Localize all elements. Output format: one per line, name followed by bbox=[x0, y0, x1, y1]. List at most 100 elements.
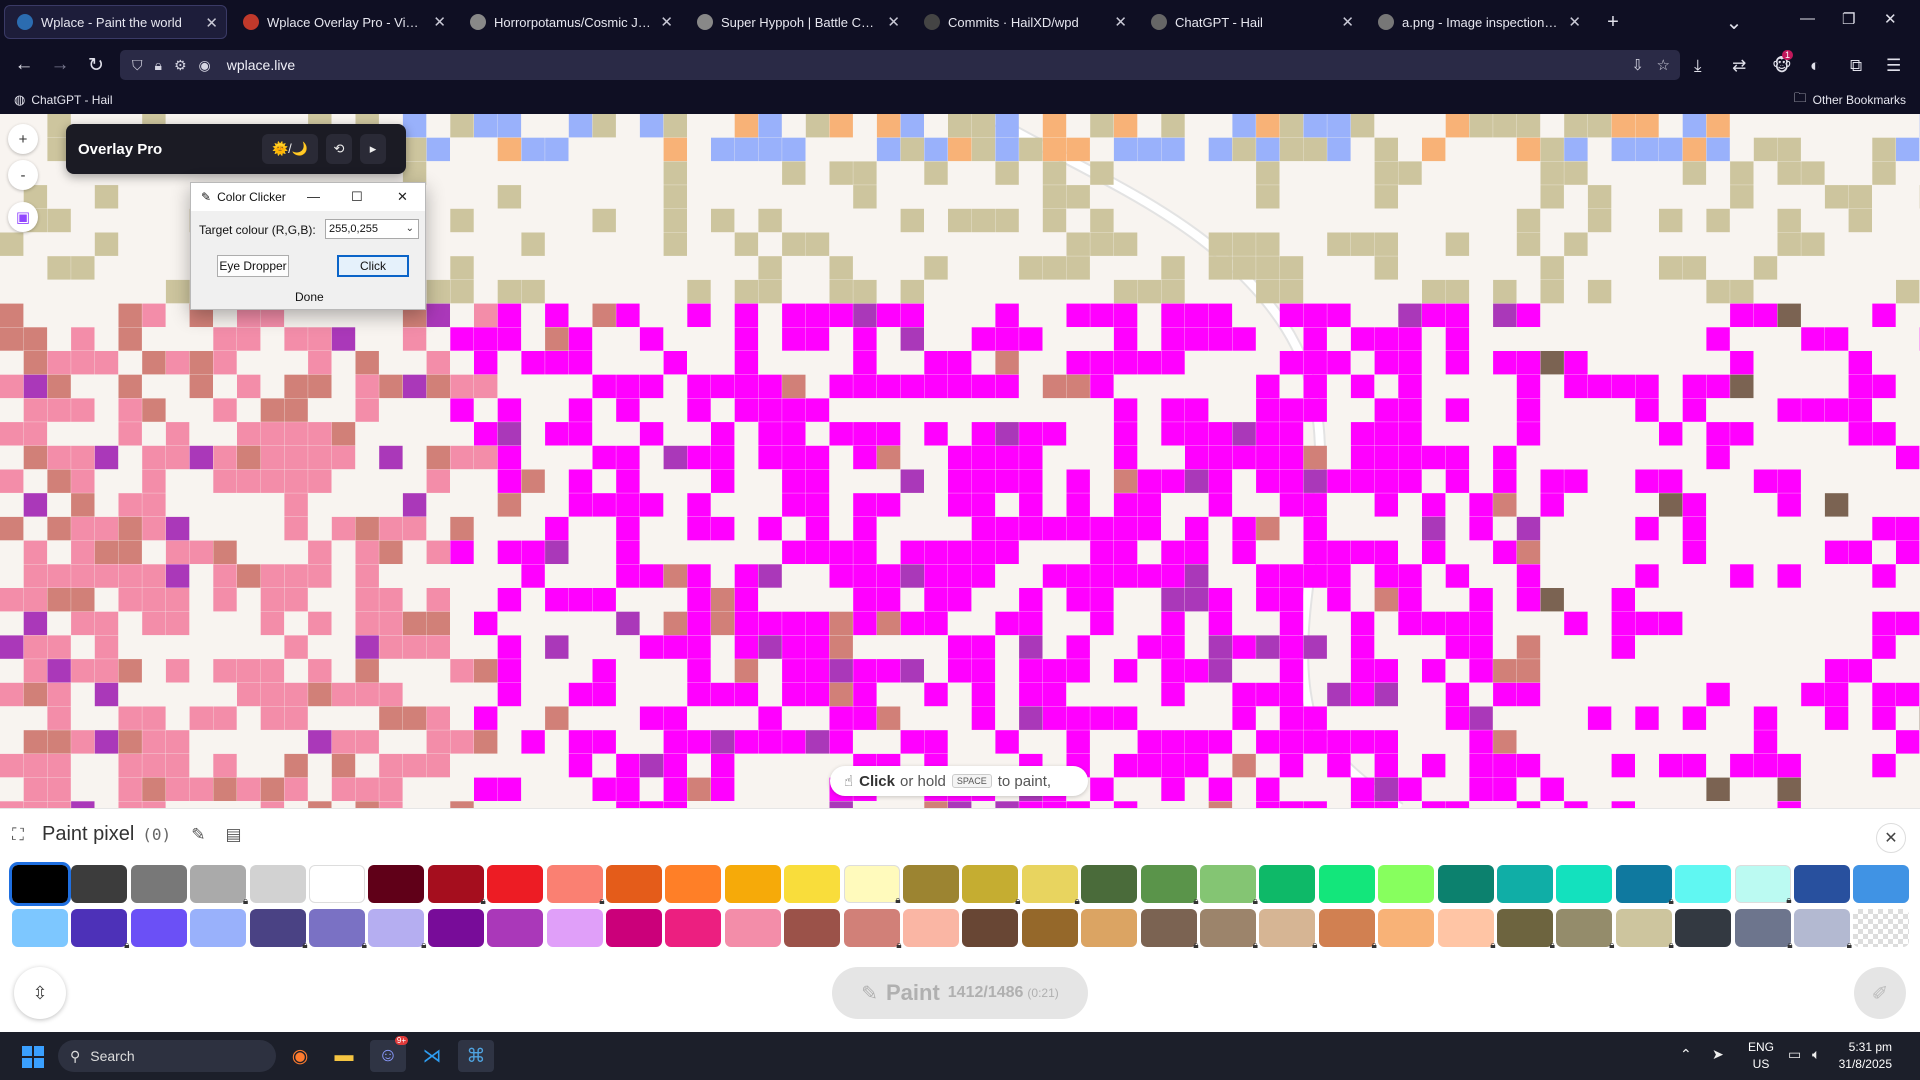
permissions-icon[interactable]: ⚙︎ bbox=[174, 57, 187, 74]
transparent-swatch[interactable] bbox=[1853, 909, 1910, 947]
color-swatch[interactable] bbox=[12, 909, 68, 947]
firefox-icon[interactable]: ◉ bbox=[282, 1040, 318, 1072]
tab-close-icon[interactable]: ✕ bbox=[660, 13, 673, 31]
color-swatch[interactable] bbox=[1318, 865, 1375, 903]
tab-close-icon[interactable]: ✕ bbox=[433, 13, 446, 31]
python-icon[interactable]: ⌘ bbox=[458, 1040, 494, 1072]
minimize-icon[interactable]: — bbox=[307, 189, 320, 204]
tab-close-icon[interactable]: ✕ bbox=[1341, 13, 1354, 31]
collapse-button[interactable]: ▸ bbox=[360, 134, 386, 164]
color-swatch[interactable] bbox=[368, 865, 425, 903]
color-swatch[interactable]: 🔒︎ bbox=[1021, 865, 1080, 907]
color-swatch[interactable] bbox=[1378, 865, 1435, 903]
color-swatch[interactable] bbox=[724, 865, 781, 903]
tab-close-icon[interactable]: ✕ bbox=[887, 13, 900, 31]
tray-send-icon[interactable]: ➤ bbox=[1712, 1046, 1724, 1063]
translate-icon[interactable]: ⇄ bbox=[1732, 56, 1746, 76]
target-colour-select[interactable]: 255,0,255 ⌄ bbox=[325, 219, 419, 239]
color-swatch[interactable]: 🔒︎ bbox=[1615, 909, 1674, 951]
color-swatch[interactable]: 🔒︎ bbox=[1140, 909, 1199, 951]
bookmark-star-icon[interactable]: ☆ bbox=[1657, 56, 1670, 74]
color-swatch[interactable]: 🔒︎ bbox=[1200, 865, 1258, 907]
color-swatch[interactable] bbox=[665, 865, 722, 903]
color-swatch[interactable] bbox=[9, 862, 71, 906]
color-swatch[interactable] bbox=[903, 865, 959, 903]
color-swatch[interactable] bbox=[1556, 865, 1613, 903]
theme-toggle-button[interactable]: 🌞/🌙 bbox=[262, 134, 318, 164]
color-swatch[interactable] bbox=[130, 909, 187, 947]
color-swatch[interactable] bbox=[1378, 909, 1435, 947]
collapse-toggle-button[interactable]: ⇳ bbox=[14, 967, 66, 1019]
color-swatch[interactable] bbox=[665, 909, 722, 947]
discord-icon[interactable]: ☺ 9+ bbox=[370, 1036, 408, 1072]
bookmark-chatgpt[interactable]: ◍ ChatGPT - Hail bbox=[14, 92, 112, 108]
close-paint-panel-button[interactable]: ✕ bbox=[1876, 823, 1906, 853]
tab-close-icon[interactable]: ✕ bbox=[205, 14, 218, 32]
tab-list-chevron-icon[interactable]: ⌄ bbox=[1720, 10, 1748, 35]
color-swatch[interactable] bbox=[1497, 865, 1553, 903]
windows-start-icon[interactable] bbox=[22, 1046, 44, 1068]
reload-icon[interactable]: ↻ bbox=[78, 54, 114, 77]
vscode-icon[interactable]: ⋊ bbox=[414, 1040, 450, 1072]
color-swatch[interactable] bbox=[1675, 865, 1732, 903]
color-swatch[interactable] bbox=[1437, 865, 1494, 903]
browser-tab[interactable]: Super Hyppoh | Battle Cats Wiki ✕ bbox=[685, 5, 908, 39]
color-swatch[interactable]: 🔒︎ bbox=[249, 909, 308, 951]
url-bar[interactable]: ⛉ 🔒︎ ⚙︎ ◉ wplace.live ⇩ ☆ bbox=[120, 50, 1680, 80]
extension-icon[interactable]: ◐ bbox=[1810, 56, 1820, 76]
color-swatch[interactable] bbox=[190, 909, 247, 947]
color-swatch[interactable] bbox=[1675, 909, 1732, 947]
palette-settings-icon[interactable]: ▤ bbox=[225, 825, 241, 845]
color-swatch[interactable] bbox=[1794, 865, 1850, 903]
color-swatch[interactable]: 🔒︎ bbox=[309, 909, 367, 951]
browser-tab[interactable]: ChatGPT - Hail ✕ bbox=[1139, 5, 1362, 39]
done-button[interactable]: Done bbox=[295, 290, 324, 304]
language-indicator[interactable]: ENG US bbox=[1748, 1039, 1774, 1073]
color-swatch[interactable] bbox=[487, 909, 544, 947]
color-swatch[interactable]: 🔒︎ bbox=[1794, 909, 1852, 951]
color-swatch[interactable] bbox=[1081, 909, 1138, 947]
color-swatch[interactable]: 🔒︎ bbox=[1615, 865, 1674, 907]
click-button[interactable]: Click bbox=[337, 255, 409, 277]
browser-tab[interactable]: Wplace - Paint the world ✕ bbox=[4, 5, 227, 39]
refresh-button[interactable]: ⟲ bbox=[326, 134, 352, 164]
paint-button[interactable]: ✎ Paint 1412/1486 (0:21) bbox=[832, 967, 1088, 1019]
color-swatch[interactable]: 🔒︎ bbox=[71, 909, 129, 951]
color-swatch[interactable] bbox=[130, 865, 187, 903]
color-swatch[interactable] bbox=[249, 865, 306, 903]
eraser-button[interactable]: ✐ bbox=[1854, 967, 1906, 1019]
close-icon[interactable]: ✕ bbox=[397, 189, 408, 205]
tab-close-icon[interactable]: ✕ bbox=[1114, 13, 1127, 31]
color-swatch[interactable] bbox=[606, 909, 662, 947]
color-swatch[interactable] bbox=[546, 909, 603, 947]
downloads-icon[interactable]: ⤓ bbox=[1694, 56, 1702, 76]
color-swatch[interactable]: 🔒︎ bbox=[1497, 909, 1555, 951]
close-window-icon[interactable]: ✕ bbox=[1884, 10, 1897, 28]
file-explorer-icon[interactable]: ▬ bbox=[326, 1040, 362, 1072]
color-swatch[interactable]: 🔒︎ bbox=[1318, 909, 1377, 951]
other-bookmarks[interactable]: 🗀 Other Bookmarks bbox=[1794, 89, 1906, 111]
browser-tab[interactable]: Horrorpotamus/Cosmic Juggernaut ✕ bbox=[458, 5, 681, 39]
violentmonkey-extension-icon[interactable]: 🐵︎ 1 bbox=[1772, 50, 1794, 76]
color-swatch[interactable]: 🔒︎ bbox=[843, 909, 902, 951]
fullscreen-icon[interactable]: ⛶ bbox=[12, 825, 42, 845]
color-swatch[interactable] bbox=[903, 909, 959, 947]
lock-icon[interactable]: 🔒︎ bbox=[155, 57, 162, 74]
install-app-icon[interactable]: ⇩ bbox=[1631, 56, 1644, 74]
browser-tab[interactable]: Wplace Overlay Pro - Violentmonkey ✕ bbox=[231, 5, 454, 39]
color-swatch[interactable]: 🔒︎ bbox=[1734, 909, 1793, 951]
color-swatch[interactable] bbox=[724, 909, 781, 947]
extensions-puzzle-icon[interactable]: ⧉ bbox=[1850, 56, 1862, 76]
color-swatch[interactable] bbox=[487, 865, 544, 903]
color-swatch[interactable]: 🔒︎ bbox=[962, 865, 1020, 907]
zoom-out-button[interactable]: - bbox=[8, 160, 38, 190]
color-swatch[interactable] bbox=[962, 909, 1019, 947]
color-swatch[interactable] bbox=[427, 909, 484, 947]
color-swatch[interactable]: 🔒︎ bbox=[1734, 865, 1792, 906]
eyedropper-icon[interactable]: ✎ bbox=[191, 825, 205, 845]
color-swatch[interactable] bbox=[71, 865, 128, 903]
color-swatch[interactable] bbox=[1259, 865, 1316, 903]
restore-icon[interactable]: ❐ bbox=[1842, 10, 1855, 28]
color-swatch[interactable] bbox=[1081, 865, 1138, 903]
color-swatch[interactable]: 🔒︎ bbox=[1140, 865, 1199, 907]
